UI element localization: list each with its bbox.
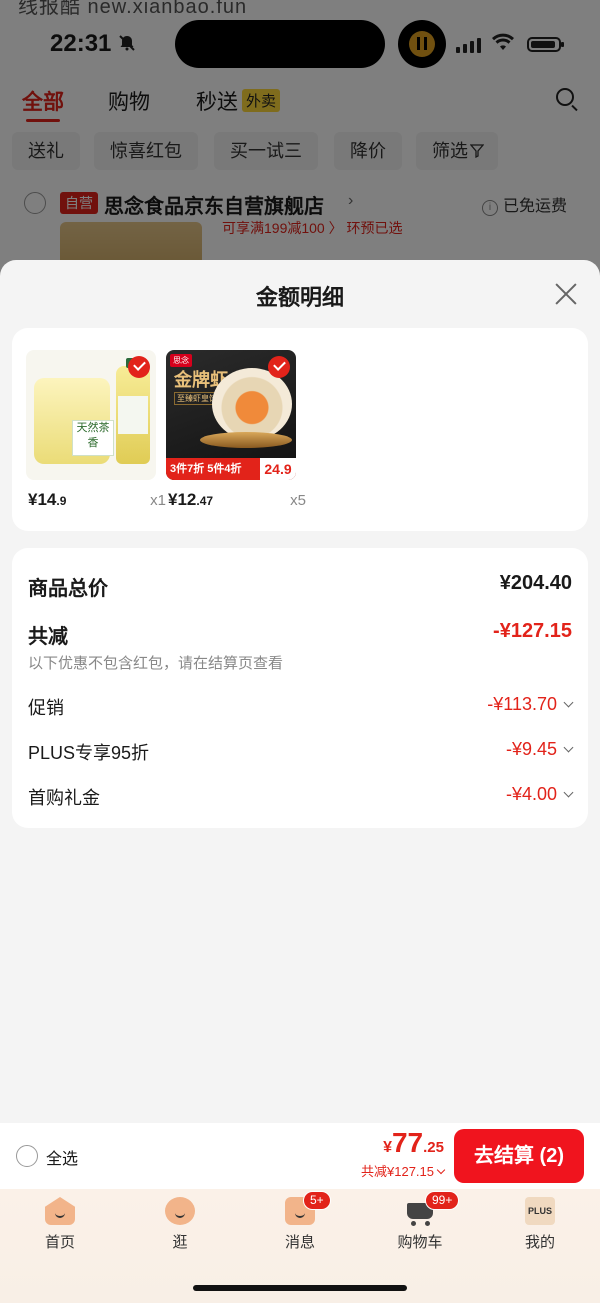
discount-amount: -¥9.45 [505,739,557,759]
product-price: ¥12.47 [168,490,213,510]
total-discount[interactable]: 共减¥127.15 [361,1161,446,1180]
tea-label: 天然茶香 [72,420,114,456]
select-all-label[interactable]: 全选 [46,1145,78,1169]
reduction-value: -¥127.15 [493,620,572,642]
face-icon [165,1197,195,1225]
tab-label: 我的 [524,1234,555,1251]
dumpling-graphic [212,368,292,440]
price-int: ¥14 [28,490,57,509]
plate-graphic [200,432,292,448]
price-int: ¥12 [168,490,197,509]
tab-label: 首页 [44,1234,75,1251]
tab-label: 消息 [284,1234,315,1251]
chevron-down-icon [563,742,574,753]
discount-value: -¥113.70 [487,694,574,715]
total-int: 77 [391,1127,424,1158]
discount-amount: -¥113.70 [487,694,557,714]
discount-value: -¥4.00 [505,784,574,805]
total-price: ¥77.25 [383,1127,444,1159]
shrimp-dumpling-image: 思念 金牌虾 至臻虾皇饺 3件7折 5件4折 24.9 [166,350,296,480]
price-dec: .47 [196,494,214,508]
discount-label: PLUS专享95折 [28,743,150,763]
checked-icon[interactable] [128,356,150,378]
cart-icon: 99+ [405,1191,460,1226]
product-quantity: x1 [150,492,166,509]
product-item[interactable]: 天然茶香 ¥14.9 x1 [26,350,166,509]
tea-bottle-graphic [116,358,150,464]
cart-badge: 99+ [425,1191,460,1210]
home-indicator[interactable] [193,1285,407,1291]
reduction-note: 以下优惠不包含红包，请在结算页查看 [28,655,284,672]
checked-icon[interactable] [268,356,290,378]
goods-total-value: ¥204.40 [499,572,572,594]
tab-browse[interactable]: 逛 [120,1197,240,1252]
price-dec: .9 [56,494,67,508]
tab-label: 逛 [172,1234,188,1251]
discount-value: -¥9.45 [505,739,574,760]
total-currency: ¥ [383,1139,392,1156]
tab-label: 购物车 [397,1234,443,1251]
chevron-down-icon [563,787,574,798]
home-icon [45,1197,75,1225]
total-discount-text: 共减¥127.15 [361,1164,434,1179]
price-summary-card: 商品总价 ¥204.40 共减 -¥127.15 以下优惠不包含红包，请在结算页… [12,548,588,828]
message-badge: 5+ [303,1191,331,1210]
select-all-radio[interactable] [16,1145,38,1167]
plus-icon: PLUS [525,1197,555,1225]
chevron-down-icon [563,697,574,708]
tea-product-image: 天然茶香 [26,350,156,480]
product-list-card: 天然茶香 ¥14.9 x1 思念 金牌虾 至臻虾皇饺 3件7折 5件4折 24.9… [12,328,588,531]
checkout-button[interactable]: 去结算 (2) [454,1129,584,1183]
goods-total-label: 商品总价 [28,578,108,600]
message-icon: 5+ [285,1191,331,1225]
promo-banner: 3件7折 5件4折 24.9 [166,458,296,480]
tab-home[interactable]: 首页 [0,1197,120,1252]
tab-messages[interactable]: 5+ 消息 [240,1191,360,1252]
product-price: ¥14.9 [28,490,66,510]
tab-mine[interactable]: PLUS 我的 [480,1197,600,1252]
product-quantity: x5 [290,492,306,509]
promo-banner-text: 3件7折 5件4折 [170,463,242,475]
discount-label: 首购礼金 [28,788,100,808]
promo-banner-price: 24.9 [260,458,296,480]
chevron-down-icon [436,1165,446,1175]
discount-label: 促销 [28,698,64,718]
tab-cart[interactable]: 99+ 购物车 [360,1191,480,1252]
close-icon[interactable] [554,282,578,306]
sheet-title: 金额明细 [255,285,344,310]
total-dec: .25 [423,1139,444,1156]
discount-amount: -¥4.00 [505,784,557,804]
reduction-label: 共减 [28,626,68,648]
checkout-bar: 全选 ¥77.25 共减¥127.15 去结算 (2) [0,1123,600,1189]
product-item[interactable]: 思念 金牌虾 至臻虾皇饺 3件7折 5件4折 24.9 ¥12.47 x5 [166,350,306,509]
